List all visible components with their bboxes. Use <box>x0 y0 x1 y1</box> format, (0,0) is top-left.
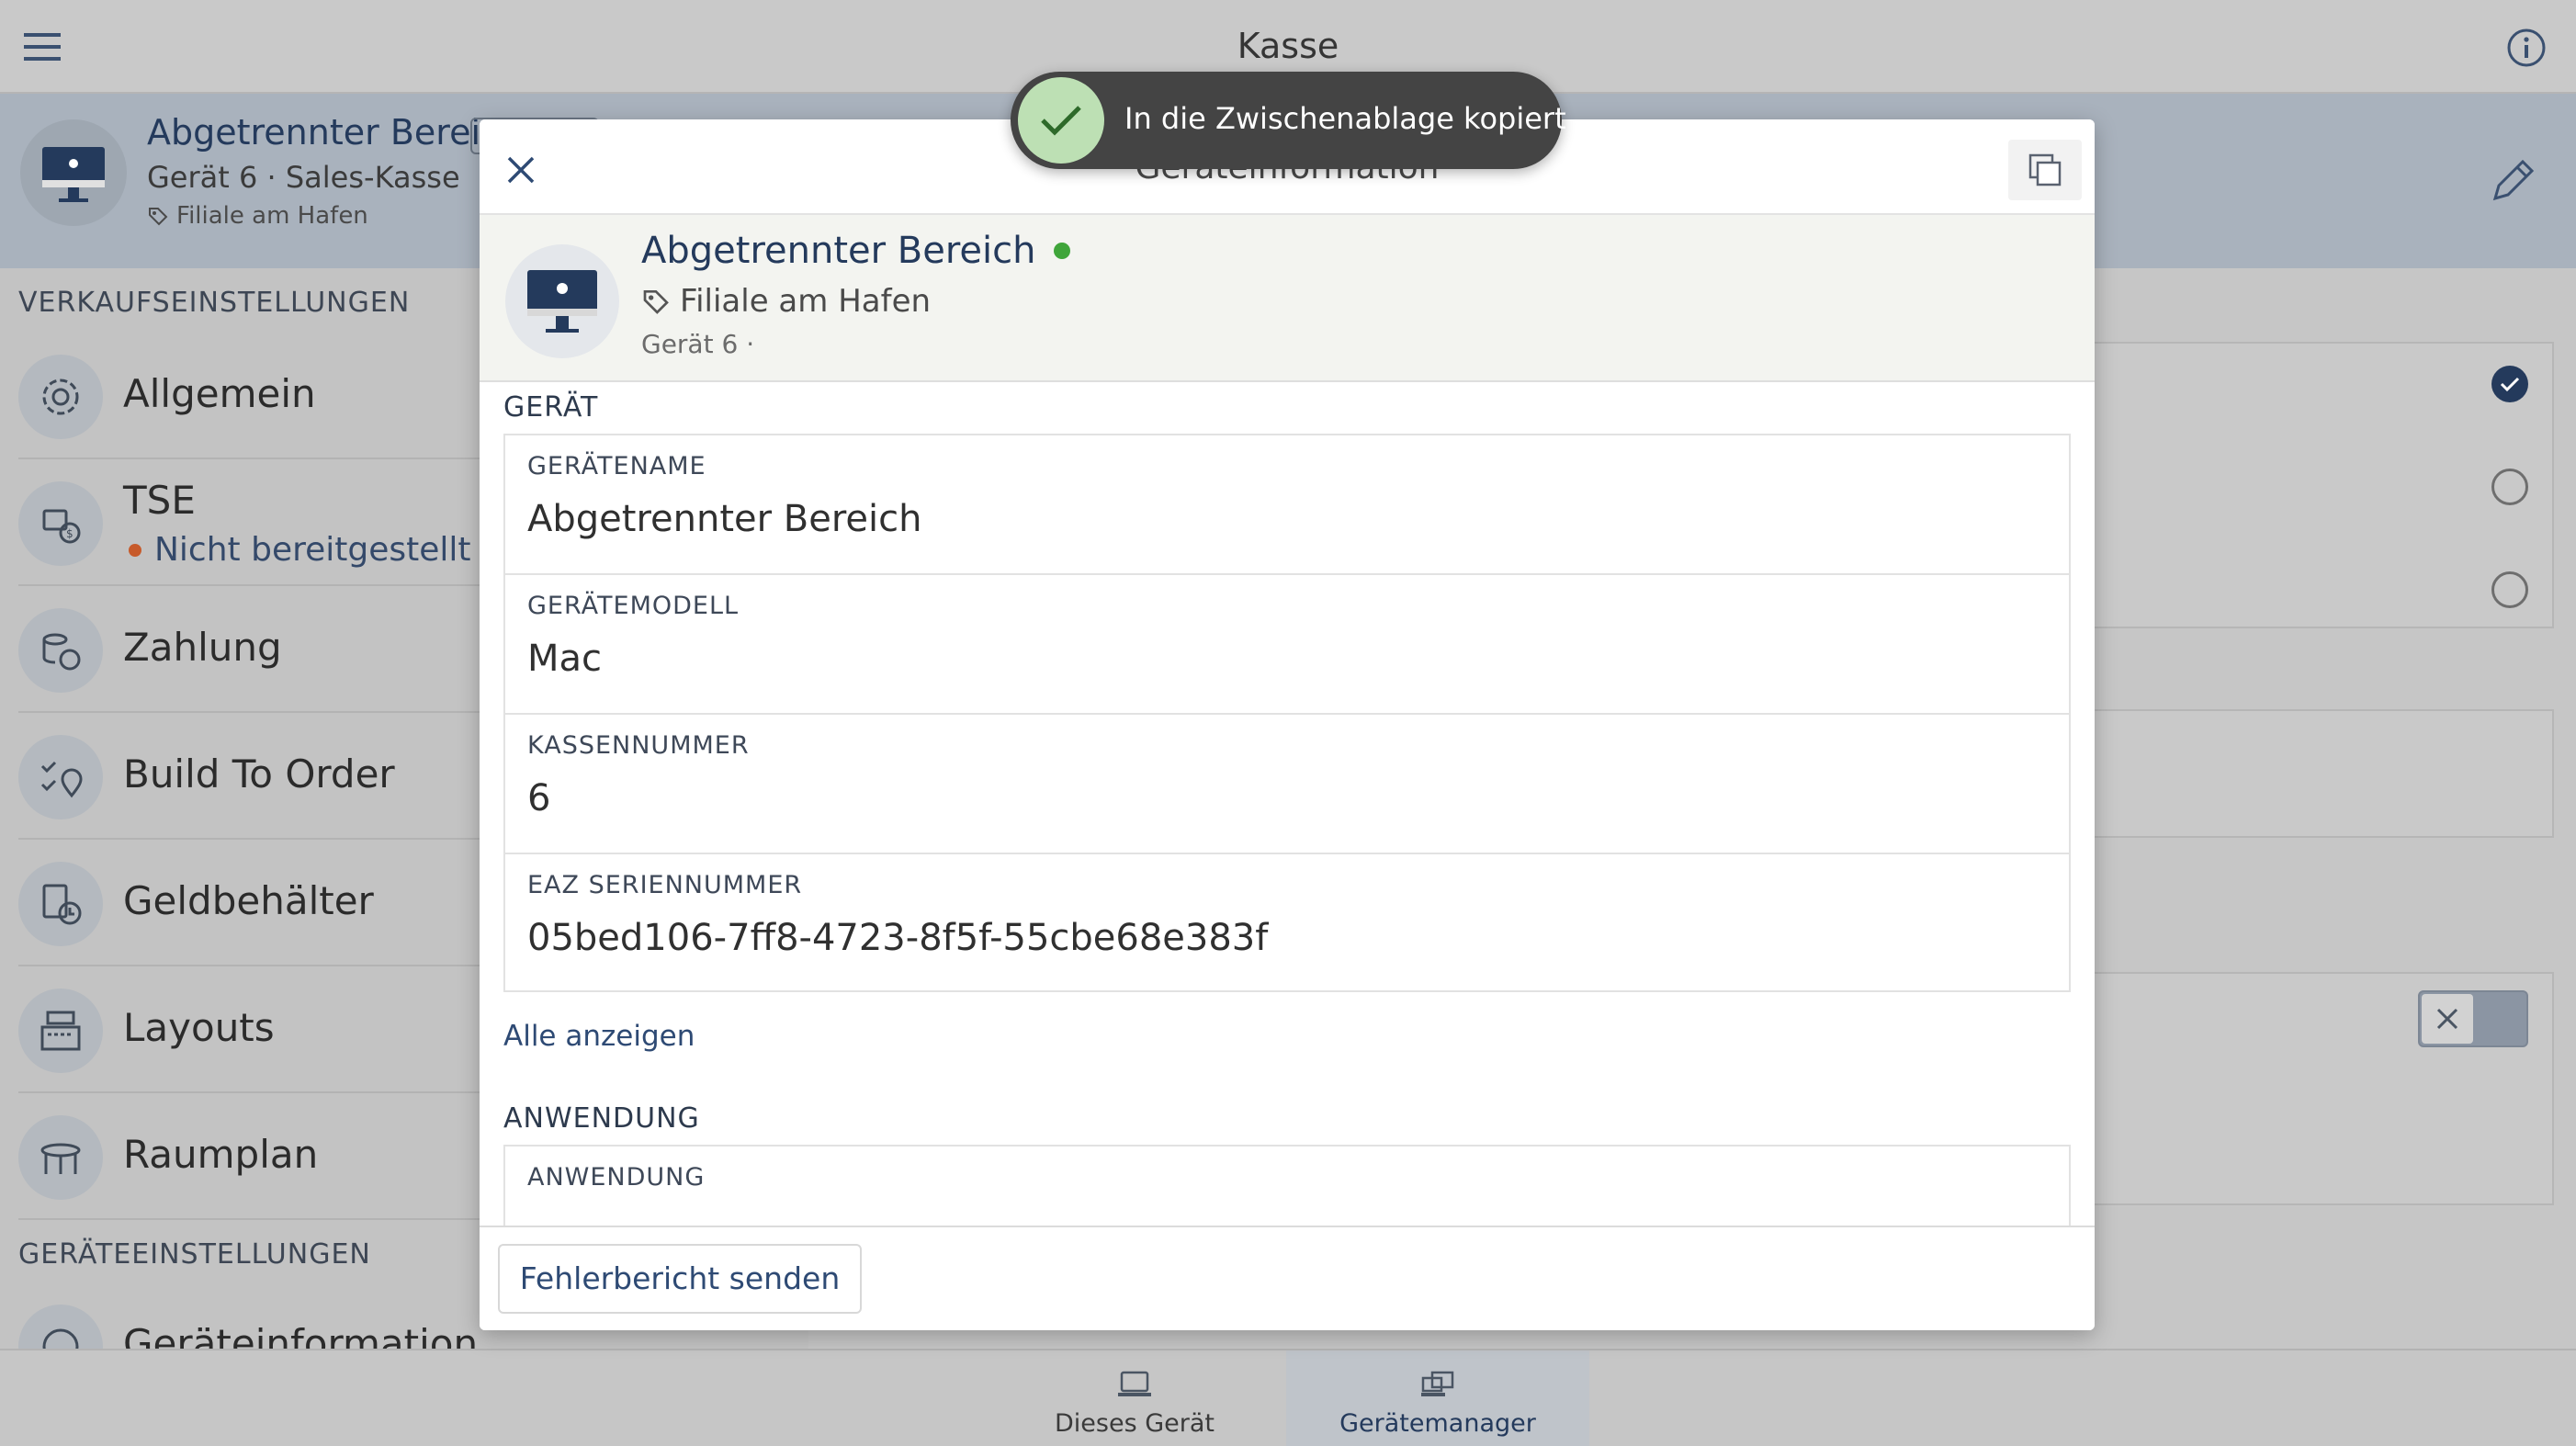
sidebar-item-label: Geldbehälter <box>123 878 374 923</box>
options-list <box>2021 342 2554 628</box>
settings-card <box>2021 709 2554 838</box>
gear-icon <box>18 355 103 439</box>
sidebar-item-label: Build To Order <box>123 751 395 796</box>
tab-dieses-geraet[interactable]: Dieses Gerät <box>983 1350 1286 1446</box>
sidebar-item-label: Raumplan <box>123 1132 319 1177</box>
toast-message: In die Zwischenablage kopiert <box>1124 101 1566 136</box>
checklist-location-icon <box>18 735 103 819</box>
cash-drawer-icon <box>18 862 103 946</box>
field-value: Abgetrennter Bereich <box>527 498 922 540</box>
tse-status: Nicht bereitgestellt <box>129 531 471 569</box>
status-dot <box>129 543 141 557</box>
info-icon[interactable] <box>2506 28 2547 68</box>
radio-option[interactable] <box>2491 571 2528 608</box>
location-tag-icon <box>641 287 671 316</box>
field-value: Mac <box>527 638 603 680</box>
modal-device-name: Abgetrennter Bereich <box>641 230 1071 272</box>
modal-device-name-label: Abgetrennter Bereich <box>641 230 1036 272</box>
field-label: GERÄTEMODELL <box>527 592 740 620</box>
field-eaz-seriennummer[interactable]: EAZ SERIENNUMMER 05bed106-7ff8-4723-8f5f… <box>503 853 2071 992</box>
radio-option[interactable] <box>2491 469 2528 505</box>
copy-icon[interactable] <box>2008 140 2082 200</box>
device-title: Abgetrennter Bereich <box>147 112 522 153</box>
tab-label: Gerätemanager <box>1339 1409 1536 1438</box>
sidebar-item-label: Allgemein <box>123 371 316 416</box>
device-location-label: Filiale am Hafen <box>176 202 368 230</box>
svg-text:$: $ <box>66 527 73 540</box>
devices-icon <box>1419 1369 1456 1400</box>
tse-icon: $ <box>18 481 103 566</box>
coins-icon <box>18 608 103 693</box>
section-label-anwendung: ANWENDUNG <box>503 1102 700 1135</box>
device-info-modal: Geräteinformation Abgetrennter Bereich F… <box>480 119 2095 1330</box>
sidebar-item-label: Layouts <box>123 1005 275 1050</box>
modal-scroll-area[interactable]: GERÄT GERÄTENAME Abgetrennter Bereich GE… <box>480 382 2095 1226</box>
field-geraetemodell[interactable]: GERÄTEMODELL Mac <box>503 573 2071 713</box>
app-title: Kasse <box>1237 26 1339 66</box>
field-label: GERÄTENAME <box>527 452 706 480</box>
tse-status-label: Nicht bereitgestellt <box>154 531 471 569</box>
modal-footer: Fehlerbericht senden <box>480 1226 2095 1330</box>
close-icon <box>2422 994 2473 1044</box>
field-label: ANWENDUNG <box>527 1163 706 1192</box>
section-label-geraet: GERÄT <box>503 391 599 424</box>
send-error-report-button[interactable]: Fehlerbericht senden <box>498 1244 862 1314</box>
modal-device-summary: Abgetrennter Bereich Filiale am Hafen Ge… <box>480 215 2095 382</box>
field-value: 05bed106-7ff8-4723-8f5f-55cbe68e383f <box>527 917 1269 959</box>
radio-selected[interactable] <box>2491 366 2528 402</box>
laptop-icon <box>1116 1369 1153 1400</box>
modal-device-location-label: Filiale am Hafen <box>680 283 932 320</box>
online-status-dot <box>1054 243 1071 259</box>
table-icon <box>18 1115 103 1200</box>
cash-register-icon <box>18 988 103 1073</box>
tab-label: Dieses Gerät <box>1055 1409 1215 1438</box>
field-anwendung[interactable]: ANWENDUNG <box>503 1145 2071 1226</box>
field-kassennummer[interactable]: KASSENNUMMER 6 <box>503 713 2071 853</box>
section-label-device: GERÄTEEINSTELLUNGEN <box>18 1238 371 1271</box>
device-subtitle: Gerät 6 · Sales-Kasse <box>147 160 460 195</box>
tab-geraetemanager[interactable]: Gerätemanager <box>1286 1350 1589 1446</box>
device-location: Filiale am Hafen <box>147 202 368 230</box>
modal-device-sub: Gerät 6 · <box>641 329 755 359</box>
show-all-link[interactable]: Alle anzeigen <box>503 1020 695 1053</box>
pencil-icon[interactable] <box>2486 154 2539 208</box>
sidebar-item-label: TSE <box>123 478 196 523</box>
location-tag-icon <box>147 205 169 227</box>
toggle-switch[interactable] <box>2418 990 2528 1047</box>
field-geraetename[interactable]: GERÄTENAME Abgetrennter Bereich <box>503 434 2071 573</box>
imac-icon <box>20 119 127 226</box>
field-label: KASSENNUMMER <box>527 731 750 760</box>
checkmark-icon <box>1018 77 1104 164</box>
field-value: 6 <box>527 777 551 819</box>
section-label-sales: VERKAUFSEINSTELLUNGEN <box>18 287 411 319</box>
toast-notification: In die Zwischenablage kopiert <box>1011 72 1566 169</box>
bottom-tab-bar: Dieses Gerät Gerätemanager <box>0 1349 2576 1446</box>
modal-device-location: Filiale am Hafen <box>641 283 931 320</box>
imac-icon <box>505 244 619 358</box>
field-label: EAZ SERIENNUMMER <box>527 871 803 899</box>
sidebar-item-label: Zahlung <box>123 625 282 670</box>
